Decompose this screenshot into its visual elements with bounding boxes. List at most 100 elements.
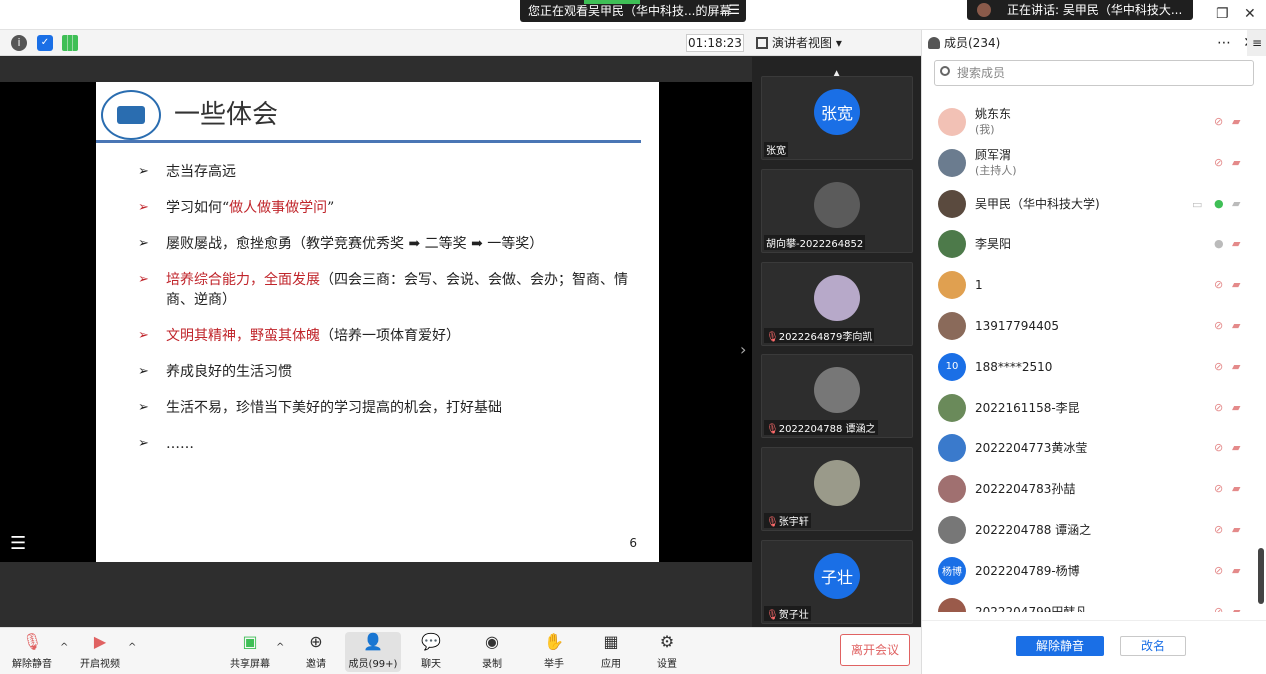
scrollbar[interactable] [1258,548,1264,604]
bullet-arrow-icon: ➢ [138,164,149,179]
start-video-label: 开启视频 [80,659,120,670]
signal-icon[interactable] [62,35,78,51]
slide-bullet-item: ➢ 养成良好的生活习惯 [138,362,638,382]
share-screen-label: 共享屏幕 [230,659,270,670]
camera-icon[interactable]: ▰ [1232,197,1246,210]
raise-hand-button[interactable]: ✋ 举手 [526,632,582,672]
chevron-up-icon[interactable]: ^ [276,642,284,653]
apps-button[interactable]: ▦ 应用 [583,632,639,672]
video-tile-name: 🎙2022264879李向凯 [764,328,875,343]
camera-off-icon[interactable]: ▰ [1232,156,1246,169]
settings-button[interactable]: ⚙ 设置 [639,632,695,672]
avatar: 杨博 [938,556,966,585]
member-row[interactable]: 李昊阳 ● ▰ [922,224,1266,265]
restore-icon[interactable]: ❐ [1216,6,1229,22]
camera-off-icon[interactable]: ▰ [1232,401,1246,414]
camera-off-icon[interactable]: ▰ [1232,360,1246,373]
menu-icon[interactable]: ☰ [728,0,740,22]
panel-menu-icon[interactable]: ≡ [1247,30,1266,56]
video-tile[interactable]: 🎙2022204788 谭涵之 [761,354,913,438]
mic-off-icon[interactable]: ⊘ [1214,442,1224,454]
video-tile[interactable]: 张宽 张宽 [761,76,913,160]
avatar [814,275,860,321]
camera-off-icon[interactable]: ▰ [1232,279,1246,291]
camera-off-icon[interactable]: ▰ [1232,442,1246,454]
chat-label: 聊天 [421,659,441,670]
info-icon[interactable]: i [11,35,27,51]
screen-share-banner[interactable]: 您正在观看吴甲民（华中科技...的屏幕 ☰ [520,0,746,22]
member-row[interactable]: 姚东东 (我) ⊘ ▰ [922,102,1266,143]
member-row[interactable]: 13917794405 ⊘ ▰ [922,306,1266,347]
mic-off-icon[interactable]: ⊘ [1214,401,1224,414]
mic-off-icon[interactable]: ⊘ [1214,360,1224,373]
start-video-button[interactable]: ▶ 开启视频 [72,632,128,672]
member-name-text: 吴甲民（华中科技大学) [975,196,1100,211]
camera-off-icon[interactable]: ▰ [1232,483,1246,495]
member-row[interactable]: 2022204783孙喆 ⊘ ▰ [922,469,1266,510]
mic-off-icon[interactable]: ⊘ [1214,605,1224,612]
camera-off-icon[interactable]: ▰ [1232,116,1246,128]
unmute-all-button[interactable]: 解除静音 [1016,636,1104,656]
leave-meeting-button[interactable]: 离开会议 [840,634,910,666]
member-name: 13917794405 [975,319,1059,334]
member-name-text: 2022204788 谭涵之 [975,522,1092,537]
mic-off-icon[interactable]: ⊘ [1214,319,1224,332]
camera-off-icon[interactable]: ▰ [1232,238,1246,250]
view-mode-dropdown[interactable]: 演讲者视图 ▾ [756,34,856,52]
mic-off-icon: 🎙 [22,632,43,651]
close-icon[interactable]: ✕ [1244,6,1256,22]
camera-off-icon: ▶ [93,632,107,651]
video-tile[interactable]: 🎙2022264879李向凯 [761,262,913,346]
unmute-button[interactable]: 🎙 解除静音 [4,632,60,672]
bullet-text-suffix: ” [327,200,335,216]
chevron-right-icon[interactable]: › [740,340,746,359]
video-tile-name: 胡向攀-2022264852 [764,235,866,250]
bullet-text: 养成良好的生活习惯 [166,364,292,380]
rename-button[interactable]: 改名 [1120,636,1186,656]
shield-icon[interactable]: ✓ [37,35,53,51]
member-row[interactable]: 杨博 2022204789-杨博 ⊘ ▰ [922,551,1266,592]
camera-off-icon[interactable]: ▰ [1232,319,1246,332]
participant-name: 张宇轩 [778,517,809,528]
slide-bullet-item: ➢ 学习如何“做人做事做学问” [138,198,638,218]
video-tile[interactable]: 子壮 🎙贺子壮 [761,540,913,624]
mic-off-icon[interactable]: ⊘ [1214,279,1224,291]
slide-bullet-item: ➢ 生活不易，珍惜当下美好的学习提高的机会，打好基础 [138,398,638,418]
member-row[interactable]: 1 ⊘ ▰ [922,265,1266,306]
share-screen-button[interactable]: ▣ 共享屏幕 [222,632,278,672]
mic-off-icon[interactable]: ⊘ [1214,156,1224,169]
mic-icon[interactable]: ● [1214,238,1224,250]
slide-bullet-item: ➢ 屡败屡战，愈挫愈勇（教学竞赛优秀奖 ➡ 二等奖 ➡ 一等奖） [138,234,638,254]
record-button[interactable]: ◉ 录制 [464,632,520,672]
settings-label: 设置 [657,659,677,670]
list-icon[interactable]: ☰ [10,533,26,554]
mic-off-icon[interactable]: ⊘ [1214,116,1224,128]
mic-off-icon[interactable]: ⊘ [1214,564,1224,577]
more-icon[interactable]: ⋯ [1217,30,1231,56]
member-name-text: 2022204773黄冰莹 [975,441,1088,456]
mic-off-icon[interactable]: ⊘ [1214,523,1224,536]
member-row[interactable]: 10 188****2510 ⊘ ▰ [922,347,1266,388]
camera-off-icon[interactable]: ▰ [1232,564,1246,577]
search-input[interactable]: 搜索成员 [934,60,1254,86]
invite-button[interactable]: ⊕ 邀请 [288,632,344,672]
video-tile[interactable]: 🎙张宇轩 [761,447,913,531]
camera-off-icon[interactable]: ▰ [1232,523,1246,536]
members-button[interactable]: 👤 成员(99+) [345,632,401,672]
chevron-up-icon[interactable]: ^ [60,642,68,653]
video-tile[interactable]: 胡向攀-2022264852 [761,169,913,253]
chat-button[interactable]: 💬 聊天 [403,632,459,672]
member-row[interactable]: 2022204799田韩凡 ⊘ ▰ [922,592,1266,612]
screen-share-icon: ▭ [1192,197,1203,211]
member-row[interactable]: 吴甲民（华中科技大学) ▭ ● ▰ [922,184,1266,225]
member-row[interactable]: 顾军渭 (主持人) ⊘ ▰ [922,143,1266,184]
member-row[interactable]: 2022204788 谭涵之 ⊘ ▰ [922,510,1266,551]
mic-off-icon[interactable]: ⊘ [1214,483,1224,495]
member-row[interactable]: 2022161158-李昆 ⊘ ▰ [922,388,1266,429]
mic-icon[interactable]: ● [1214,197,1224,210]
chevron-up-icon[interactable]: ^ [128,642,136,653]
video-tile-name: 🎙张宇轩 [764,513,811,528]
record-icon: ◉ [485,632,499,651]
member-row[interactable]: 2022204773黄冰莹 ⊘ ▰ [922,428,1266,469]
camera-off-icon[interactable]: ▰ [1232,605,1246,612]
